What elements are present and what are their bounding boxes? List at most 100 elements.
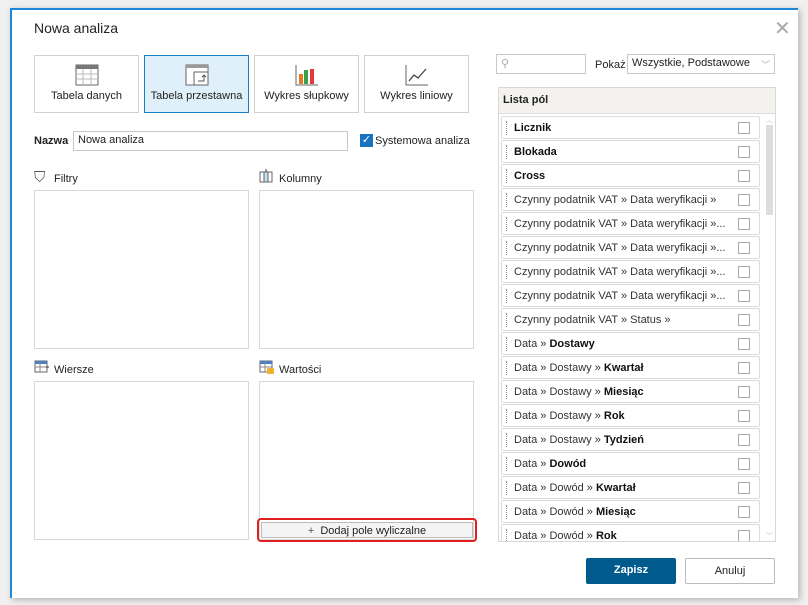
field-list-item[interactable]: Data » Dowód [501,452,760,475]
field-list-item[interactable]: Data » Dostawy » Miesiąc [501,380,760,403]
field-list-item[interactable]: Data » Dowód » Kwartał [501,476,760,499]
field-checkbox[interactable] [738,410,750,422]
field-checkbox[interactable] [738,362,750,374]
show-select[interactable]: Wszystkie, Podstawowe ﹀ [627,54,775,74]
field-path: Data » [514,458,550,470]
field-checkbox[interactable] [738,170,750,182]
field-name: Kwartał [603,362,644,374]
close-icon[interactable]: ✕ [774,16,791,41]
field-checkbox[interactable] [738,530,750,541]
type-bar-chart-button[interactable]: Wykres słupkowy [254,55,359,113]
search-input[interactable]: ⚲ [496,54,586,74]
field-list-item[interactable]: Data » Dostawy » Kwartał [501,356,760,379]
field-name: Tydzień [603,434,645,446]
field-checkbox[interactable] [738,434,750,446]
field-list-item[interactable]: Data » Dostawy » Tydzień [501,428,760,451]
drag-handle-icon[interactable] [506,313,508,327]
field-list-item[interactable]: Czynny podatnik VAT » Data weryfikacji »… [501,260,760,283]
drag-handle-icon[interactable] [506,409,508,423]
columns-icon [259,169,273,183]
field-list-item[interactable]: Cross [501,164,760,187]
new-analysis-dialog: Nowa analiza ✕ Tabela danych Tabela prze… [10,8,798,598]
field-list-item[interactable]: Data » Dowód » Miesiąc [501,500,760,523]
drag-handle-icon[interactable] [506,529,508,541]
field-path: Data » Dostawy » [514,362,604,374]
drag-handle-icon[interactable] [506,121,508,135]
field-list-item[interactable]: Data » Dostawy » Rok [501,404,760,427]
drag-handle-icon[interactable] [506,169,508,183]
rows-drop-zone[interactable] [34,381,249,540]
drag-handle-icon[interactable] [506,289,508,303]
field-name: Miesiąc [603,386,644,398]
field-list-item[interactable]: Licznik [501,116,760,139]
drag-handle-icon[interactable] [506,145,508,159]
field-checkbox[interactable] [738,146,750,158]
field-path: Czynny podatnik VAT » Data weryfikacji »… [514,266,726,278]
field-checkbox[interactable] [738,266,750,278]
field-checkbox[interactable] [738,482,750,494]
scrollbar[interactable]: ︿ ﹀ [765,115,775,541]
field-checkbox[interactable] [738,386,750,398]
line-chart-icon [405,65,428,86]
drag-handle-icon[interactable] [506,265,508,279]
drag-handle-icon[interactable] [506,385,508,399]
chevron-down-icon: ﹀ [760,60,770,70]
field-path: Data » Dostawy » [514,434,604,446]
type-data-table-button[interactable]: Tabela danych [34,55,139,113]
values-icon [259,360,274,374]
rows-icon [34,360,49,373]
field-checkbox[interactable] [738,314,750,326]
field-list-item[interactable]: Czynny podatnik VAT » Data weryfikacji »… [501,284,760,307]
field-checkbox[interactable] [738,506,750,518]
columns-label: Kolumny [279,173,322,185]
field-path: Data » Dostawy » [514,410,604,422]
add-calculated-field-highlight: + Dodaj pole wyliczalne [257,518,477,542]
drag-handle-icon[interactable] [506,217,508,231]
scroll-up-icon[interactable]: ︿ [766,115,773,125]
field-checkbox[interactable] [738,194,750,206]
type-label: Wykres liniowy [380,90,453,102]
bar-chart-icon [295,65,318,86]
field-list-item[interactable]: Data » Dostawy [501,332,760,355]
field-checkbox[interactable] [738,290,750,302]
filters-drop-zone[interactable] [34,190,249,349]
field-list-item[interactable]: Blokada [501,140,760,163]
drag-handle-icon[interactable] [506,481,508,495]
field-list-item[interactable]: Czynny podatnik VAT » Data weryfikacji » [501,188,760,211]
type-pivot-table-button[interactable]: Tabela przestawna [144,55,249,113]
type-line-chart-button[interactable]: Wykres liniowy [364,55,469,113]
drag-handle-icon[interactable] [506,457,508,471]
values-label: Wartości [279,364,322,376]
field-list-title: Lista pól [499,88,775,114]
cancel-button[interactable]: Anuluj [685,558,775,584]
field-checkbox[interactable] [738,338,750,350]
field-checkbox[interactable] [738,242,750,254]
data-table-icon [75,64,98,86]
filters-label: Filtry [54,173,78,185]
field-list-item[interactable]: Data » Dowód » Rok [501,524,760,541]
add-calculated-field-button[interactable]: + Dodaj pole wyliczalne [261,522,473,538]
field-list-item[interactable]: Czynny podatnik VAT » Data weryfikacji »… [501,236,760,259]
drag-handle-icon[interactable] [506,361,508,375]
save-button[interactable]: Zapisz [586,558,676,584]
drag-handle-icon[interactable] [506,505,508,519]
system-analysis-checkbox[interactable]: ✓ [360,134,373,147]
drag-handle-icon[interactable] [506,193,508,207]
drag-handle-icon[interactable] [506,241,508,255]
scroll-down-icon[interactable]: ﹀ [766,531,773,541]
scrollbar-thumb[interactable] [766,125,773,215]
drag-handle-icon[interactable] [506,433,508,447]
field-checkbox[interactable] [738,122,750,134]
field-name: Rok [595,530,617,541]
field-checkbox[interactable] [738,218,750,230]
name-input[interactable]: Nowa analiza [73,131,348,151]
field-list-item[interactable]: Czynny podatnik VAT » Status » [501,308,760,331]
columns-drop-zone[interactable] [259,190,474,349]
system-analysis-label: Systemowa analiza [375,135,470,147]
values-drop-zone[interactable] [259,381,474,540]
field-path: Czynny podatnik VAT » Data weryfikacji »… [514,242,726,254]
field-list-item[interactable]: Czynny podatnik VAT » Data weryfikacji »… [501,212,760,235]
drag-handle-icon[interactable] [506,337,508,351]
field-checkbox[interactable] [738,458,750,470]
field-path: Data » Dowód » [514,506,596,518]
